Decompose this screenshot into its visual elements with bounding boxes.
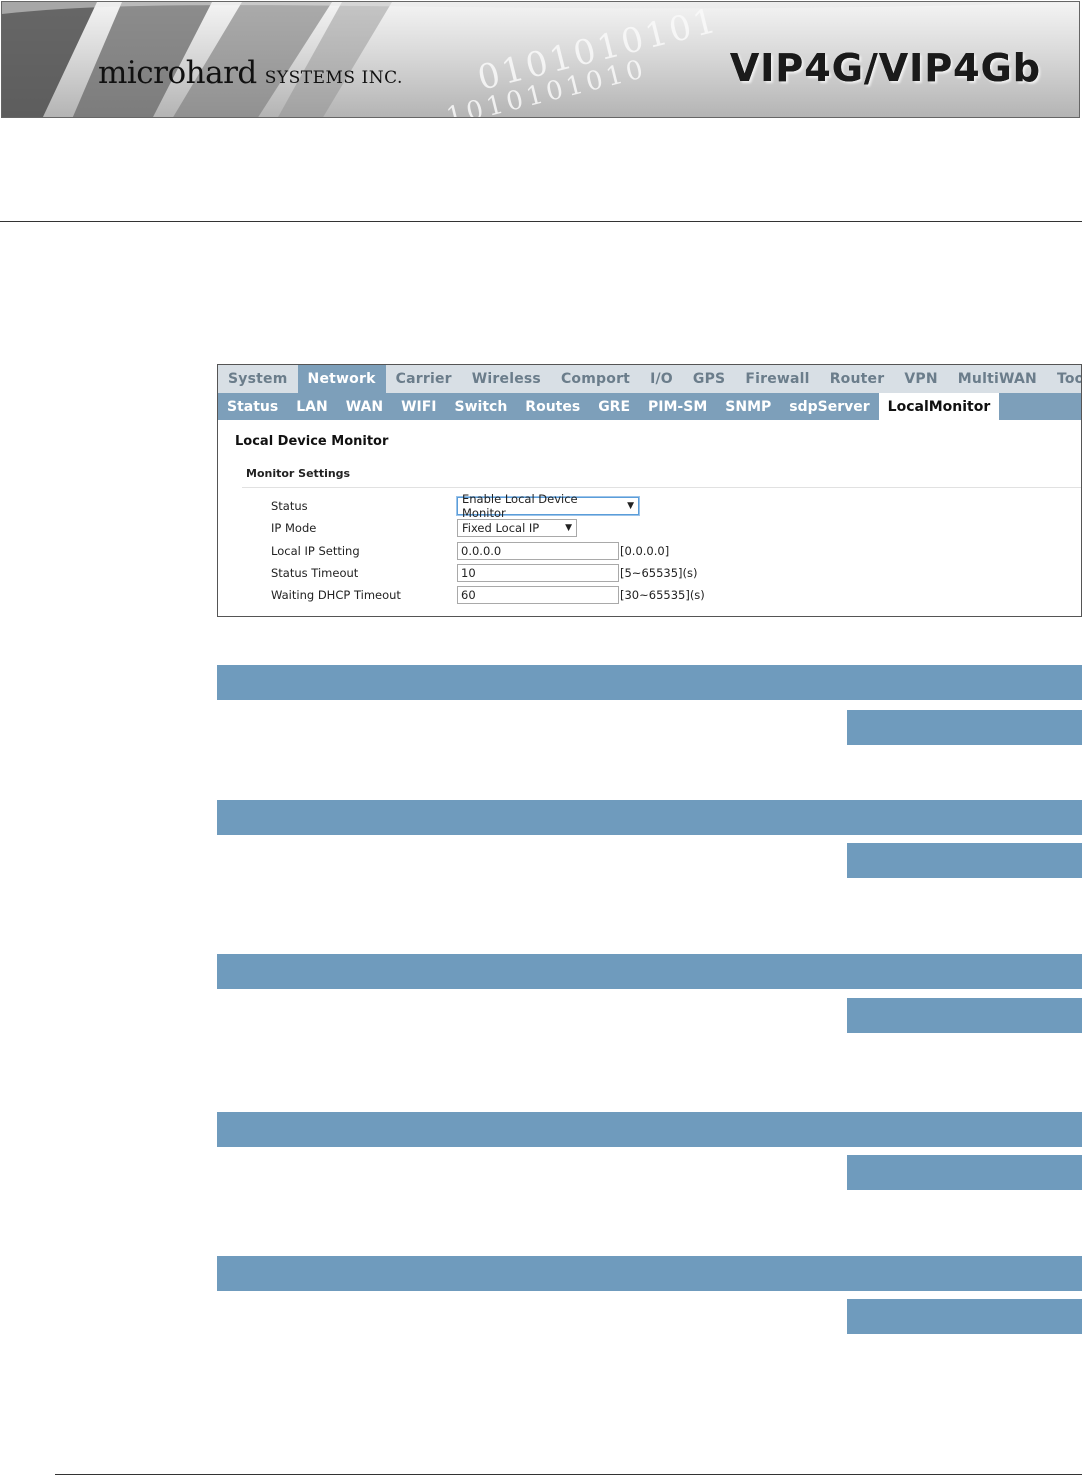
local-ip-input[interactable] [457, 542, 619, 560]
section-bar-2 [217, 800, 1082, 835]
sub-menu-pim-sm[interactable]: PIM-SM [639, 393, 716, 420]
sub-menu-status[interactable]: Status [218, 393, 287, 420]
sub-menu-lan[interactable]: LAN [287, 393, 336, 420]
top-menu-comport[interactable]: Comport [551, 365, 640, 393]
dhcp-timeout-input[interactable] [457, 586, 619, 604]
top-menu-router[interactable]: Router [820, 365, 895, 393]
ip-mode-select-value: Fixed Local IP [462, 521, 540, 535]
section-bar-4 [217, 1112, 1082, 1147]
section-divider [242, 487, 1081, 488]
dhcp-timeout-label: Waiting DHCP Timeout [271, 588, 401, 602]
chevron-down-icon: ▼ [627, 501, 634, 511]
section-title: Monitor Settings [246, 467, 351, 480]
ip-mode-label: IP Mode [271, 521, 317, 535]
top-menu-gps[interactable]: GPS [683, 365, 735, 393]
field-bar-5 [847, 1299, 1082, 1334]
status-select-value: Enable Local Device Monitor [462, 492, 578, 520]
header-banner: 0101010101 1010101010 microhard SYSTEMS I… [1, 1, 1080, 118]
top-menu-io[interactable]: I/O [640, 365, 683, 393]
field-bar-4 [847, 1155, 1082, 1190]
top-menu-tools[interactable]: Tools [1047, 365, 1081, 393]
sub-menu-localmonitor[interactable]: LocalMonitor [878, 393, 1000, 420]
top-menu: System Network Carrier Wireless Comport … [218, 365, 1081, 393]
top-menu-network[interactable]: Network [297, 365, 386, 393]
row-status: Status Enable Local Device Monitor ▼ [271, 492, 639, 520]
row-local-ip: Local IP Setting [0.0.0.0] [271, 542, 669, 560]
top-menu-multiwan[interactable]: MultiWAN [948, 365, 1047, 393]
field-bar-3 [847, 998, 1082, 1033]
dhcp-timeout-hint: [30~65535](s) [620, 588, 705, 602]
row-ip-mode: IP Mode Fixed Local IP ▼ [271, 519, 577, 537]
sub-menu-gre[interactable]: GRE [589, 393, 639, 420]
sub-menu-snmp[interactable]: SNMP [716, 393, 780, 420]
field-bar-1 [847, 710, 1082, 745]
section-bar-5 [217, 1256, 1082, 1291]
status-timeout-hint: [5~65535](s) [620, 566, 698, 580]
sub-menu-switch[interactable]: Switch [446, 393, 517, 420]
sub-menu: Status LAN WAN WIFI Switch Routes GRE PI… [218, 393, 1081, 420]
company-name: microhard [98, 55, 257, 91]
footer-rule [55, 1474, 1082, 1475]
top-menu-vpn[interactable]: VPN [894, 365, 947, 393]
status-timeout-input[interactable] [457, 564, 619, 582]
ip-mode-select[interactable]: Fixed Local IP ▼ [457, 519, 577, 537]
ui-screenshot: System Network Carrier Wireless Comport … [217, 364, 1082, 617]
header-rule [0, 221, 1082, 222]
field-bar-2 [847, 843, 1082, 878]
top-menu-firewall[interactable]: Firewall [735, 365, 819, 393]
status-select[interactable]: Enable Local Device Monitor ▼ [457, 492, 639, 520]
row-status-timeout: Status Timeout [5~65535](s) [271, 564, 697, 582]
section-bar-3 [217, 954, 1082, 989]
sub-menu-wifi[interactable]: WIFI [392, 393, 445, 420]
sub-menu-sdpserver[interactable]: sdpServer [780, 393, 878, 420]
local-ip-label: Local IP Setting [271, 544, 360, 558]
section-bar-1 [217, 665, 1082, 700]
row-dhcp-timeout: Waiting DHCP Timeout [30~65535](s) [271, 586, 705, 604]
sub-menu-routes[interactable]: Routes [516, 393, 589, 420]
local-ip-hint: [0.0.0.0] [620, 544, 670, 558]
company-logo-text: microhard SYSTEMS INC. [98, 55, 403, 91]
status-timeout-label: Status Timeout [271, 566, 359, 580]
top-menu-system[interactable]: System [218, 365, 298, 393]
top-menu-wireless[interactable]: Wireless [462, 365, 551, 393]
page-title: Local Device Monitor [235, 434, 389, 449]
status-label: Status [271, 499, 308, 513]
chevron-down-icon: ▼ [565, 523, 572, 533]
top-menu-carrier[interactable]: Carrier [386, 365, 462, 393]
company-suffix: SYSTEMS INC. [264, 68, 403, 88]
sub-menu-wan[interactable]: WAN [337, 393, 392, 420]
product-name: VIP4G/VIP4Gb [729, 46, 1041, 90]
